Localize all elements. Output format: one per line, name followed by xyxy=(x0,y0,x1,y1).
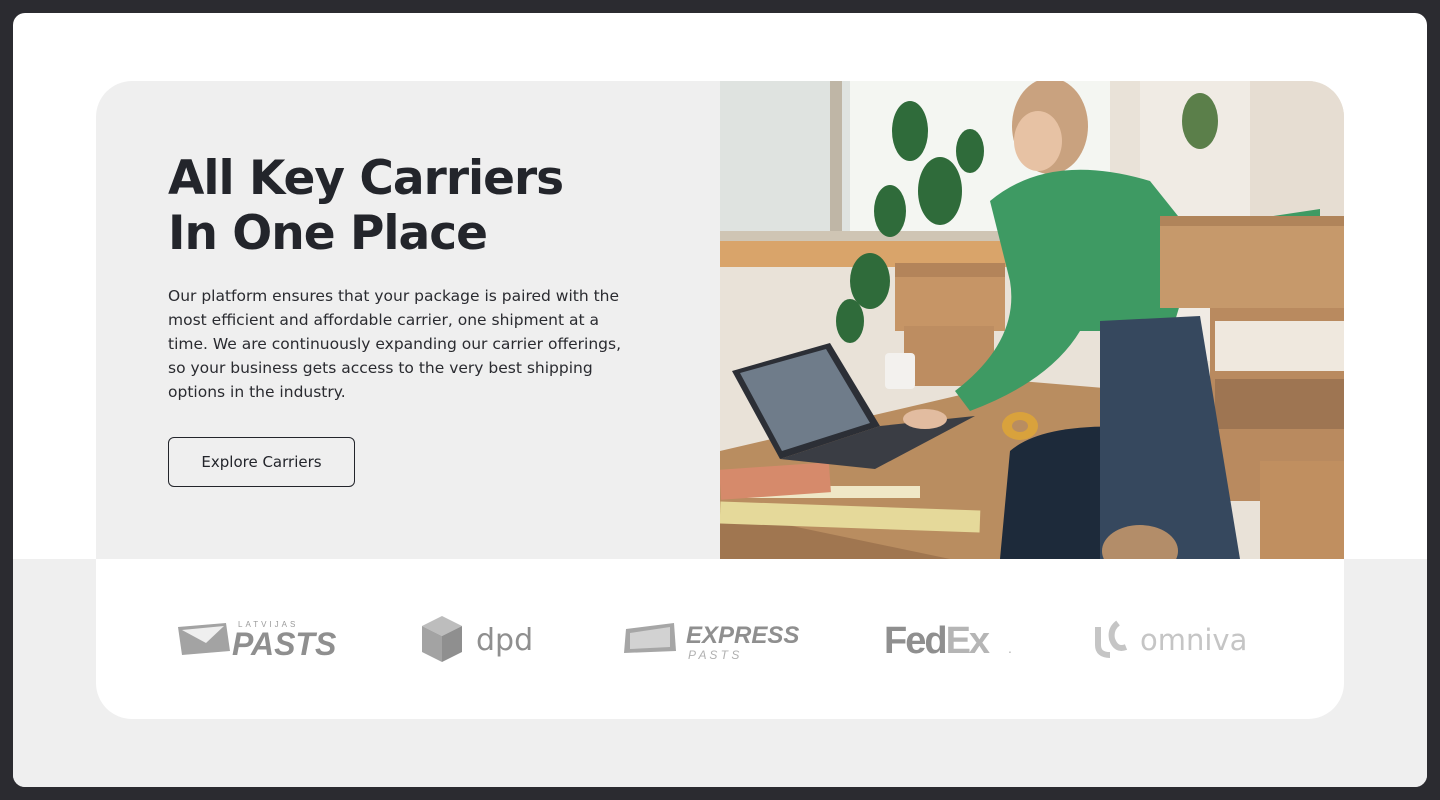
fedex-logo: FedEx . xyxy=(884,620,1012,661)
carrier-logos: LATVIJAS PASTS dpd EXPRESS P A S T S Fed… xyxy=(96,559,1344,719)
express-text: EXPRESS xyxy=(686,622,799,649)
hero-title-line-2: In One Place xyxy=(168,206,488,261)
envelope-icon xyxy=(178,623,230,655)
logo-express-pasts[interactable]: EXPRESS P A S T S xyxy=(622,609,802,669)
page-frame: All Key Carriers In One Place Our platfo… xyxy=(13,13,1427,787)
fedex-text: FedEx xyxy=(884,620,990,661)
latvijas-pasts-logo: LATVIJAS PASTS xyxy=(178,620,336,661)
fedex-mark: . xyxy=(1008,640,1012,656)
pasts-text: PASTS xyxy=(232,626,336,661)
cube-icon xyxy=(422,616,462,662)
envelope-icon xyxy=(624,623,676,653)
woman-at-laptop-photo xyxy=(720,81,1344,559)
omniva-mark-icon xyxy=(1095,620,1128,658)
express-pasts-subtext: P A S T S xyxy=(688,648,739,661)
logo-latvijas-pasts[interactable]: LATVIJAS PASTS xyxy=(176,609,336,669)
hero-photo xyxy=(720,81,1344,559)
hero-description: Our platform ensures that your package i… xyxy=(168,287,622,401)
dpd-logo: dpd xyxy=(422,616,533,662)
logo-fedex[interactable]: FedEx . xyxy=(884,609,1014,669)
explore-carriers-button[interactable]: Explore Carriers xyxy=(168,437,355,487)
hero-title-line-1: All Key Carriers xyxy=(168,151,564,206)
hero-text-panel: All Key Carriers In One Place Our platfo… xyxy=(96,81,720,559)
omniva-text: omniva xyxy=(1140,623,1247,657)
logo-dpd[interactable]: dpd xyxy=(420,609,540,669)
logo-omniva[interactable]: omniva xyxy=(1090,609,1270,669)
omniva-logo: omniva xyxy=(1095,620,1247,658)
hero-title: All Key Carriers In One Place xyxy=(168,151,564,261)
express-pasts-logo: EXPRESS P A S T S xyxy=(624,622,799,661)
carriers-card: All Key Carriers In One Place Our platfo… xyxy=(96,81,1344,719)
dpd-text: dpd xyxy=(476,623,533,658)
